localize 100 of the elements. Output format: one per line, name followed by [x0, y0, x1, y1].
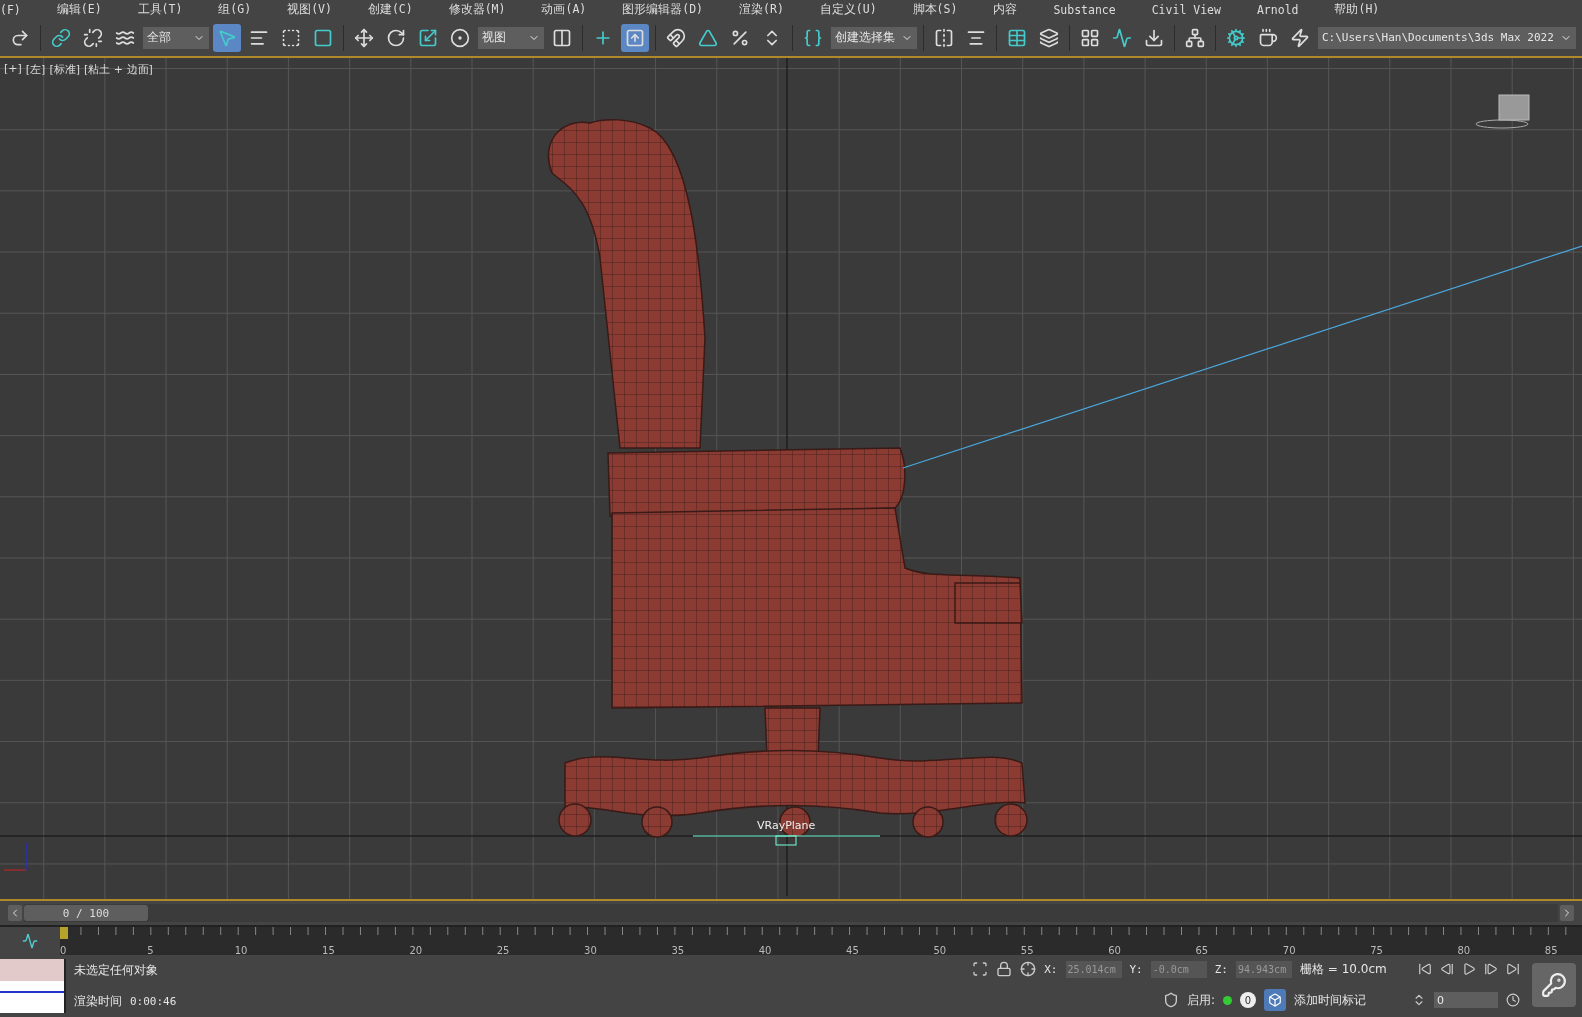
menu-item[interactable]: 渲染(R) [717, 2, 798, 17]
dropdown[interactable]: 全部 [143, 26, 209, 49]
curve-icon[interactable] [22, 933, 38, 949]
ruler-label: 70 [1282, 945, 1296, 955]
ruler-label: 40 [758, 945, 772, 955]
layers-icon [1039, 27, 1059, 48]
menu-item[interactable]: 工具(T) [115, 2, 197, 17]
menu-item[interactable]: 组(G) [196, 2, 266, 17]
ruler-label: 20 [409, 945, 423, 955]
menu-item[interactable]: 自定义(U) [797, 2, 891, 17]
frame-field[interactable]: 0 [1434, 992, 1498, 1009]
ruler-label: 30 [584, 945, 597, 955]
step-back-icon[interactable] [1440, 962, 1454, 977]
menu-item[interactable]: 图形编辑器(D) [600, 2, 718, 17]
previous-button[interactable] [8, 905, 22, 921]
dropdown[interactable]: 视图 [478, 26, 544, 49]
viewport-label[interactable]: [标准] [49, 62, 80, 77]
columns-icon [552, 27, 572, 48]
viewport-label[interactable]: [左] [25, 62, 46, 77]
menu-item[interactable]: Civil View [1129, 2, 1235, 17]
ruler-label: 60 [1108, 945, 1121, 955]
ruler-label: 85 [1544, 945, 1558, 955]
unlink-icon [83, 27, 103, 48]
key-icon [1541, 972, 1567, 998]
status-dot [1223, 995, 1232, 1005]
magnet-icon [666, 27, 686, 48]
ruler-label: 0 [60, 945, 67, 955]
ruler-label: 35 [671, 945, 685, 955]
menu-item[interactable]: Substance [1031, 2, 1130, 17]
selection-status: 未选定任何对象 [74, 962, 159, 979]
up-arrow-square-icon [625, 27, 645, 48]
clock-icon[interactable] [1506, 993, 1520, 1008]
gear-icon [1226, 27, 1246, 48]
script-listener-preview[interactable] [0, 959, 66, 1013]
grid-size: 栅格 = 10.0cm [1300, 960, 1388, 978]
ruler-label: 55 [1020, 945, 1034, 955]
rotate-icon [386, 27, 406, 48]
viewport-label[interactable]: [+] [4, 62, 22, 77]
object-label: VRayPlane [757, 819, 816, 832]
ruler-label: 45 [846, 945, 859, 955]
menu-item[interactable]: 帮助(H) [1312, 2, 1394, 17]
menu-item[interactable]: 脚本(S) [890, 2, 972, 17]
menu-item[interactable]: 视图(V) [265, 2, 346, 17]
axis-gizmo-icon [3, 842, 27, 871]
ruler-label: 50 [933, 945, 947, 955]
frame-marker[interactable] [60, 927, 68, 939]
ruler-label: 25 [496, 945, 510, 955]
box-button[interactable] [1264, 989, 1286, 1012]
skip-back-icon[interactable] [1418, 962, 1432, 977]
dashed-square-icon [281, 27, 301, 48]
path-dropdown[interactable]: C:\Users\Han\Documents\3ds Max 2022 [1318, 26, 1576, 49]
enable-label: 启用: [1186, 991, 1215, 1009]
skip-forward-icon[interactable] [1506, 962, 1520, 977]
shield-icon[interactable] [1162, 992, 1179, 1009]
network-icon [1185, 27, 1205, 48]
time-slider-track[interactable]: 0 / 100 [24, 904, 1558, 922]
step-forward-icon[interactable] [1484, 962, 1498, 977]
redo-icon [10, 27, 30, 48]
lightning-icon [1290, 27, 1310, 48]
viewport-label[interactable]: [粘土 + 边面] [84, 62, 153, 77]
menu-item[interactable]: 编辑(E) [34, 2, 116, 17]
time-slider-thumb[interactable]: 0 / 100 [24, 905, 148, 921]
box-icon [1268, 993, 1282, 1008]
crosshair-icon[interactable] [1020, 961, 1037, 978]
toolbar-button[interactable] [213, 23, 241, 52]
ruler-label: 10 [234, 945, 248, 955]
selection-frame-icon[interactable] [972, 961, 989, 978]
menu-item[interactable]: (F) [0, 2, 35, 17]
triangle-icon [698, 27, 718, 48]
braces-icon [803, 27, 823, 48]
next-button[interactable] [1560, 905, 1574, 921]
download-icon [1144, 27, 1164, 48]
ruler-label: 75 [1370, 945, 1383, 955]
menu-item[interactable]: Arnold [1234, 2, 1313, 17]
add-time-tag[interactable]: 添加时间标记 [1294, 991, 1404, 1009]
render-time: 0:00:46 [130, 995, 177, 1008]
play-icon[interactable] [1462, 962, 1476, 977]
ruler-label: 15 [322, 945, 335, 955]
mirror-icon [934, 27, 954, 48]
z-label: Z: [1214, 962, 1228, 976]
menu-item[interactable]: 内容 [971, 2, 1032, 17]
lock-icon[interactable] [996, 961, 1013, 978]
square-icon [313, 27, 333, 48]
circle-dot-icon [450, 27, 470, 48]
grid-icon [1080, 27, 1100, 48]
dropdown[interactable]: 创建选择集 [831, 26, 917, 49]
ruler-label: 65 [1195, 945, 1209, 955]
count-badge: 0 [1240, 992, 1256, 1009]
x-label: X: [1044, 962, 1058, 976]
add-key-button[interactable] [1532, 963, 1576, 1007]
table-icon [1007, 27, 1027, 48]
ruler-label: 5 [147, 945, 154, 955]
menu-item[interactable]: 创建(C) [345, 2, 427, 17]
viewport[interactable]: [+] [左] [标准] [粘土 + 边面] VRayPlane [0, 58, 1582, 901]
link-icon [51, 27, 71, 48]
toolbar-button[interactable] [621, 23, 649, 52]
menu-item[interactable]: 动画(A) [519, 2, 601, 17]
viewcube-icon [1475, 94, 1530, 129]
move-icon [354, 27, 374, 48]
menu-item[interactable]: 修改器(M) [426, 2, 520, 17]
